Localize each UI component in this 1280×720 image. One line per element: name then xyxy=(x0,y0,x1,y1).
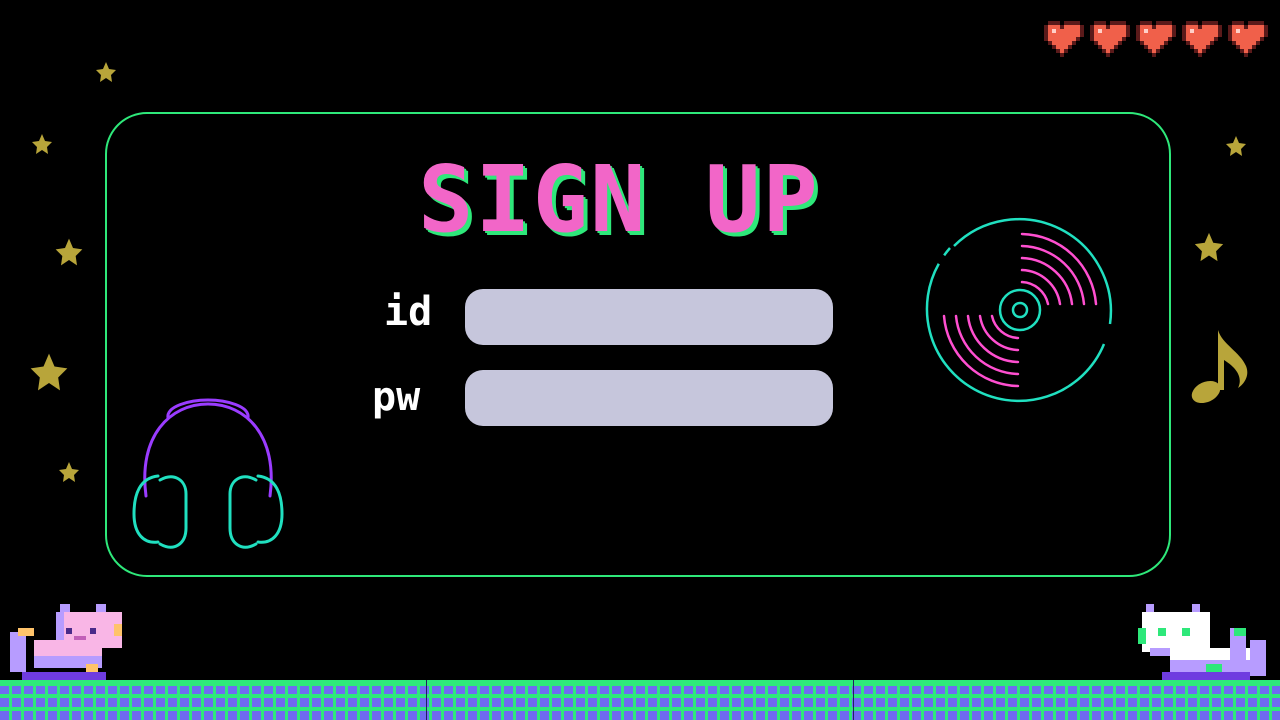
star-icon xyxy=(1194,232,1224,262)
star-icon xyxy=(1226,136,1246,156)
ground-tiles xyxy=(0,680,1280,720)
headphones-icon xyxy=(132,398,284,549)
page-title: SIGN UP xyxy=(418,146,820,253)
vinyl-record-icon xyxy=(925,217,1113,403)
star-icon xyxy=(32,134,52,154)
pink-cat-sprite xyxy=(10,604,122,680)
star-icon xyxy=(30,353,68,391)
pw-input[interactable] xyxy=(465,370,833,426)
ground-seam xyxy=(853,680,854,720)
white-cat-sprite xyxy=(1138,604,1266,680)
heart-icon xyxy=(1228,20,1268,58)
music-note-icon xyxy=(1191,330,1248,404)
id-label: id xyxy=(384,289,433,335)
ground-seam xyxy=(426,680,427,720)
star-icon xyxy=(59,462,79,482)
star-icon xyxy=(55,238,83,266)
heart-icon xyxy=(1090,20,1130,58)
id-input[interactable] xyxy=(465,289,833,345)
lives-hearts xyxy=(1044,20,1268,58)
heart-icon xyxy=(1136,20,1176,58)
heart-icon xyxy=(1044,20,1084,58)
pw-label: pw xyxy=(372,374,421,420)
star-icon xyxy=(96,62,116,82)
heart-icon xyxy=(1182,20,1222,58)
